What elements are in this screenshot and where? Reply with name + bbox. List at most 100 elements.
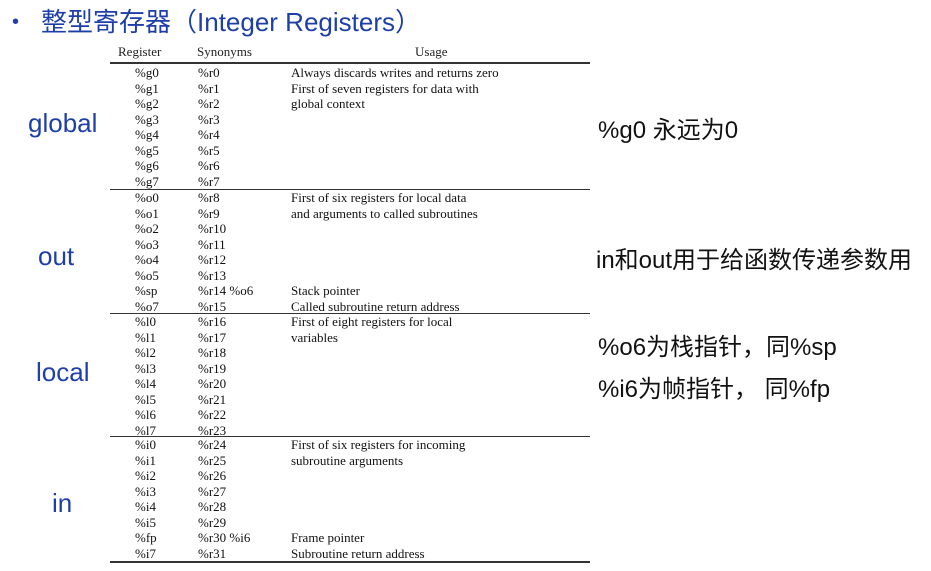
register-cell: %o5 — [135, 267, 159, 283]
header-usage: Usage — [415, 44, 448, 59]
table-row: %l7 %r23 — [110, 423, 590, 439]
table-row: %o7 %r15 Called subroutine return address — [110, 299, 590, 315]
table-row: %g5 %r5 — [110, 143, 590, 159]
table-row: %o1 %r9 and arguments to called subroutine… — [110, 206, 590, 222]
synonym-cell: %r20 — [198, 376, 227, 391]
register-cell: %o1 — [135, 205, 159, 221]
table-row: %o4 %r12 — [110, 252, 590, 268]
usage-cell: Always discards writes and returns zero — [291, 65, 499, 80]
usage-cell: Subroutine return address — [291, 545, 425, 561]
table-row: %i1 %r25 subroutine arguments — [110, 453, 590, 469]
synonym-cell: %r8 — [198, 190, 220, 205]
usage-cell: First of six registers for incoming — [291, 437, 466, 452]
synonym-cell: %r25 — [198, 452, 227, 468]
synonym-cell: %r27 — [198, 483, 227, 499]
synonym-cell: %r19 — [198, 360, 227, 376]
group-label-global: global — [28, 108, 98, 138]
usage-cell: global context — [291, 96, 366, 111]
register-cell: %l4 — [135, 376, 156, 391]
register-cell: %i2 — [135, 468, 156, 483]
register-cell: %i7 — [135, 545, 156, 561]
slide-title: • 整型寄存器（Integer Registers） — [12, 4, 421, 40]
register-cell: %l5 — [135, 391, 156, 407]
synonym-cell: %r12 — [198, 252, 227, 267]
table-row: %o5 %r13 — [110, 268, 590, 284]
table-row: %g3 %r3 — [110, 112, 590, 128]
usage-cell: subroutine arguments — [291, 452, 404, 468]
usage-cell: and arguments to called subroutines — [291, 205, 478, 221]
header-synonyms: Synonyms — [197, 44, 252, 59]
table-row: %g1 %r1 First of seven registers for data … — [110, 81, 590, 97]
bullet-icon: • — [12, 11, 20, 33]
table-row: %i3 %r27 — [110, 484, 590, 500]
usage-cell: Stack pointer — [291, 283, 360, 298]
synonym-cell: %r31 — [198, 545, 227, 561]
synonym-cell: %r6 — [198, 158, 220, 173]
register-cell: %l1 — [135, 329, 156, 345]
register-cell: %o0 — [135, 190, 159, 205]
synonym-cell: %r9 — [198, 205, 220, 221]
synonym-cell: %r11 — [198, 236, 226, 252]
usage-cell: Frame pointer — [291, 530, 365, 545]
synonym-cell: %r21 — [198, 391, 227, 407]
register-cell: %g5 — [135, 142, 159, 158]
synonym-cell: %r22 — [198, 407, 227, 422]
note-o6-stack-pointer: %o6为栈指针，同%sp — [598, 334, 837, 361]
table-row: %o2 %r10 — [110, 221, 590, 237]
synonym-cell: %r1 — [198, 80, 220, 96]
usage-cell: First of six registers for local data — [291, 190, 467, 205]
synonym-cell: %r10 — [198, 221, 227, 236]
synonym-cell: %r3 — [198, 111, 220, 127]
table-row: %l6 %r22 — [110, 407, 590, 423]
table-row: %g0 %r0 Always discards writes and returns… — [110, 65, 590, 81]
synonym-cell: %r28 — [198, 499, 227, 514]
table-row: %fp %r30 %i6 Frame pointer — [110, 530, 590, 546]
table-row: %l0 %r16 First of eight registers for loca… — [110, 314, 590, 330]
synonym-cell: %r30 %i6 — [198, 530, 251, 545]
register-cell: %i1 — [135, 452, 156, 468]
table-row: %l2 %r18 — [110, 345, 590, 361]
register-cell: %l3 — [135, 360, 156, 376]
register-cell: %fp — [135, 530, 157, 545]
register-cell: %o7 — [135, 298, 159, 314]
register-cell: %l2 — [135, 345, 156, 360]
register-cell: %o4 — [135, 252, 159, 267]
group-label-out: out — [38, 241, 75, 271]
table-row: %i5 %r29 — [110, 515, 590, 531]
register-cell: %g2 — [135, 96, 159, 111]
register-cell: %sp — [135, 283, 158, 298]
table-rule-top — [110, 62, 590, 64]
register-cell: %l6 — [135, 407, 156, 422]
register-cell: %g3 — [135, 111, 159, 127]
table-row: %g2 %r2 global context — [110, 96, 590, 112]
synonym-cell: %r4 — [198, 127, 220, 142]
table-row: %l4 %r20 — [110, 376, 590, 392]
synonym-cell: %r14 %o6 — [198, 283, 254, 298]
register-cell: %o2 — [135, 221, 159, 236]
synonym-cell: %r2 — [198, 96, 220, 111]
synonym-cell: %r17 — [198, 329, 227, 345]
table-row: %i2 %r26 — [110, 468, 590, 484]
register-cell: %g1 — [135, 80, 159, 96]
usage-cell: First of eight registers for local — [291, 314, 453, 329]
table-row: %g4 %r4 — [110, 127, 590, 143]
table-row: %i7 %r31 Subroutine return address — [110, 546, 590, 562]
table-row: %i0 %r24 First of six registers for incomi… — [110, 437, 590, 453]
synonym-cell: %r24 — [198, 437, 227, 452]
synonym-cell: %r29 — [198, 514, 227, 530]
synonym-cell: %r26 — [198, 468, 227, 483]
register-cell: %l7 — [135, 422, 156, 438]
synonym-cell: %r7 — [198, 173, 220, 189]
register-cell: %i4 — [135, 499, 156, 514]
synonym-cell: %r13 — [198, 267, 227, 283]
synonym-cell: %r0 — [198, 65, 220, 80]
register-cell: %g0 — [135, 65, 159, 80]
table-row: %l1 %r17 variables — [110, 330, 590, 346]
note-g0-zero: %g0 永远为0 — [598, 117, 739, 144]
table-row: %g6 %r6 — [110, 158, 590, 174]
synonym-cell: %r5 — [198, 142, 220, 158]
register-cell: %i0 — [135, 437, 156, 452]
table-row: %o0 %r8 First of six registers for local d… — [110, 190, 590, 206]
table-row: %g7 %r7 — [110, 174, 590, 190]
table-rule-bottom — [110, 561, 590, 563]
